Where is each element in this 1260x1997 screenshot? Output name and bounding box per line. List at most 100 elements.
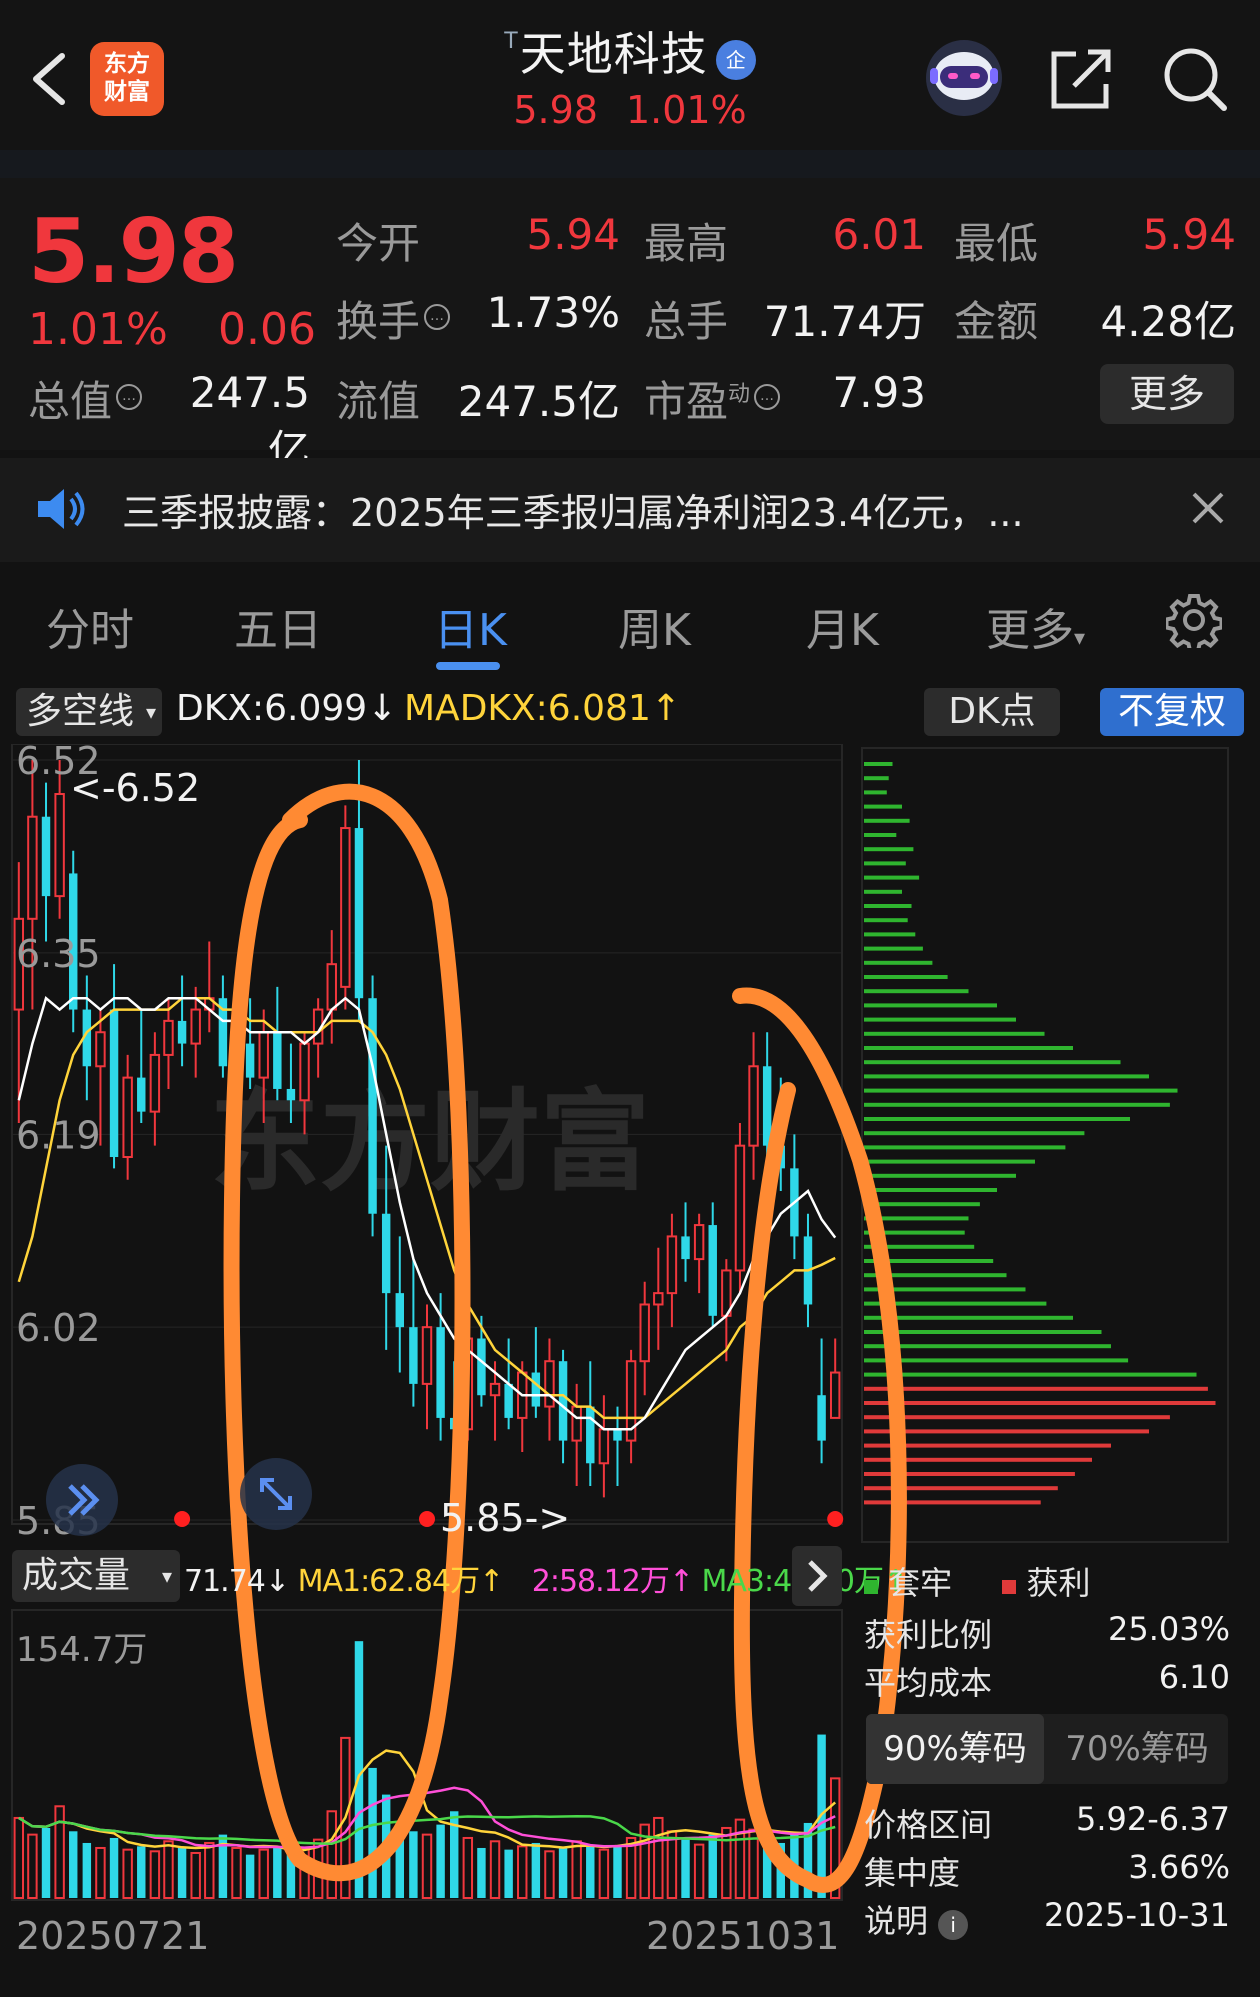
fullscreen-icon[interactable] — [238, 1456, 314, 1532]
candle-body — [531, 1372, 541, 1407]
tab-monthly-k[interactable]: 月K — [806, 594, 879, 658]
chevron-right-icon[interactable] — [792, 1546, 842, 1606]
candle-body — [149, 1053, 161, 1113]
candle-body — [190, 1008, 201, 1045]
header-price: 5.98 — [513, 87, 598, 132]
search-icon[interactable] — [1160, 44, 1230, 114]
tab-intraday[interactable]: 分时 — [46, 594, 134, 658]
volume-bar — [517, 1845, 528, 1899]
volume-bar — [95, 1846, 106, 1899]
top-bar: 东方财富 T天地科技企 5.98 1.01% — [0, 0, 1260, 150]
chip-bar — [864, 1046, 1073, 1050]
chip-bar — [864, 904, 912, 908]
more-button[interactable]: 更多 — [1100, 364, 1234, 424]
volume-bar — [477, 1847, 486, 1898]
chip-bar — [864, 1017, 1016, 1022]
price-tick-label: 6.35 — [16, 932, 101, 976]
volume-bar — [598, 1848, 610, 1899]
chip-bar — [864, 776, 889, 781]
volume-axis-max: 154.7万 — [16, 1630, 148, 1670]
turnover-label: 换手… — [336, 288, 451, 349]
candle-body — [829, 1371, 841, 1419]
volume-bar — [462, 1836, 474, 1899]
vol-ma1: MA1:62.84万↑ — [297, 1564, 505, 1599]
candle-body — [163, 1019, 174, 1056]
expand-left-icon[interactable] — [44, 1462, 120, 1538]
period-tabs: 分时 五日 日K 周K 月K 更多▾ — [0, 570, 1260, 678]
high-value: 6.01 — [832, 210, 926, 259]
candle-body — [409, 1327, 418, 1384]
pe-info-icon[interactable]: … — [754, 383, 781, 410]
date-end: 20251031 — [646, 1914, 840, 1958]
concentration-value: 3.66% — [1128, 1848, 1230, 1886]
turnover-info-icon[interactable]: … — [424, 303, 451, 330]
volume-bar — [82, 1842, 92, 1898]
price-range-label: 价格区间 — [864, 1806, 993, 1844]
chip-bar — [864, 1500, 1041, 1505]
tab-chip-90[interactable]: 90%筹码 — [866, 1714, 1044, 1784]
info-icon[interactable]: i — [938, 1910, 969, 1940]
chip-bar — [864, 1358, 1129, 1363]
dk-point-button[interactable]: DK点 — [924, 688, 1060, 736]
volume-bar — [54, 1805, 65, 1899]
volume-bar — [137, 1846, 146, 1898]
announcement-bar[interactable]: 三季报披露：2025年三季报归属净利润23.4亿元，... — [0, 458, 1260, 562]
volume-bar — [231, 1846, 242, 1899]
chip-bar — [864, 1088, 1178, 1093]
candle-body — [681, 1236, 690, 1260]
volume-bar — [27, 1833, 38, 1900]
share-icon[interactable] — [1046, 44, 1116, 114]
chip-bar — [864, 1131, 1085, 1136]
tab-five-day[interactable]: 五日 — [234, 594, 322, 658]
mktcap-info-icon[interactable]: … — [116, 383, 143, 410]
amount-label: 金额 — [954, 297, 1039, 346]
caret-down-icon: ▾ — [145, 700, 157, 724]
tab-daily-k[interactable]: 日K — [434, 594, 507, 658]
chip-tabs: 90%筹码 70%筹码 — [866, 1714, 1228, 1784]
candle-body — [504, 1383, 513, 1418]
candle-body — [613, 1429, 622, 1441]
no-adjust-button[interactable]: 不复权 — [1100, 688, 1244, 736]
chip-legend: 套牢 获利 — [864, 1558, 1091, 1604]
profit-ratio-label: 获利比例 — [864, 1616, 993, 1654]
volume-bar — [531, 1842, 541, 1898]
volume-bar — [721, 1826, 732, 1899]
current-price: 5.98 — [28, 200, 239, 303]
candle-body — [489, 1382, 501, 1397]
volume-bar — [613, 1846, 622, 1898]
volume-bar — [177, 1847, 187, 1898]
avg-cost-value: 6.10 — [1158, 1658, 1230, 1696]
candle-body — [586, 1406, 595, 1464]
chip-bar — [864, 1202, 980, 1207]
price-tick-label: 6.19 — [16, 1113, 101, 1157]
indicator-select[interactable]: 多空线 ▾ — [16, 688, 163, 736]
open-label: 今开 — [336, 219, 421, 268]
active-tab-indicator — [436, 662, 500, 670]
chip-bar — [864, 1173, 1016, 1178]
candle-body — [299, 1042, 310, 1102]
candle-body — [817, 1395, 826, 1441]
tab-chip-70[interactable]: 70%筹码 — [1046, 1714, 1228, 1784]
volume-indicator-select[interactable]: 成交量 ▾ — [12, 1550, 180, 1602]
chip-bar — [864, 1074, 1149, 1079]
chip-bar — [864, 875, 920, 880]
candle-body — [381, 1213, 391, 1294]
header-change-pct: 1.01% — [625, 87, 747, 132]
volume-bar — [204, 1841, 215, 1900]
close-icon[interactable] — [1188, 488, 1228, 528]
candle-body — [95, 1031, 106, 1068]
candle-body — [748, 1065, 759, 1147]
volume-bar — [586, 1844, 595, 1898]
chip-bar — [864, 847, 914, 852]
gear-icon[interactable] — [1166, 592, 1222, 648]
volume-bar — [190, 1851, 201, 1900]
volume-bar — [681, 1839, 690, 1898]
candle-body — [544, 1360, 555, 1408]
tab-weekly-k[interactable]: 周K — [618, 594, 691, 658]
enterprise-badge: 企 — [715, 39, 756, 80]
assistant-robot-icon[interactable] — [922, 38, 1006, 118]
tab-more[interactable]: 更多▾ — [986, 594, 1085, 658]
low-label: 最低 — [954, 219, 1039, 268]
signal-dot — [827, 1511, 844, 1527]
volume-bar — [149, 1850, 161, 1900]
